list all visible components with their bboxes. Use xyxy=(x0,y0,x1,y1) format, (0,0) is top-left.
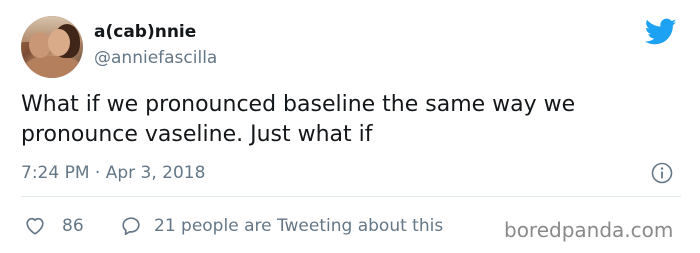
author-display-name[interactable]: a(cab)nnie xyxy=(94,22,196,42)
heart-icon xyxy=(26,217,44,235)
tweet-timestamp[interactable]: 7:24 PM · Apr 3, 2018 xyxy=(21,163,205,183)
tweeting-about-label: 21 people are Tweeting about this xyxy=(154,216,444,236)
likes-count: 86 xyxy=(62,216,84,236)
avatar-shoulder xyxy=(25,56,81,78)
watermark: boredpanda.com xyxy=(504,218,674,242)
divider xyxy=(21,196,681,197)
like-button[interactable]: 86 xyxy=(24,214,84,238)
tweet-card: a(cab)nnie @anniefascilla What if we pro… xyxy=(0,0,700,253)
speech-bubble-icon xyxy=(122,217,140,236)
author-handle[interactable]: @anniefascilla xyxy=(94,48,217,68)
avatar[interactable] xyxy=(21,16,83,78)
tweeting-about-link[interactable]: 21 people are Tweeting about this xyxy=(120,214,443,238)
twitter-bird-icon[interactable] xyxy=(645,18,677,46)
tweet-text: What if we pronounced baseline the same … xyxy=(21,92,576,147)
info-icon[interactable] xyxy=(651,162,673,184)
avatar-face-right xyxy=(48,29,70,56)
